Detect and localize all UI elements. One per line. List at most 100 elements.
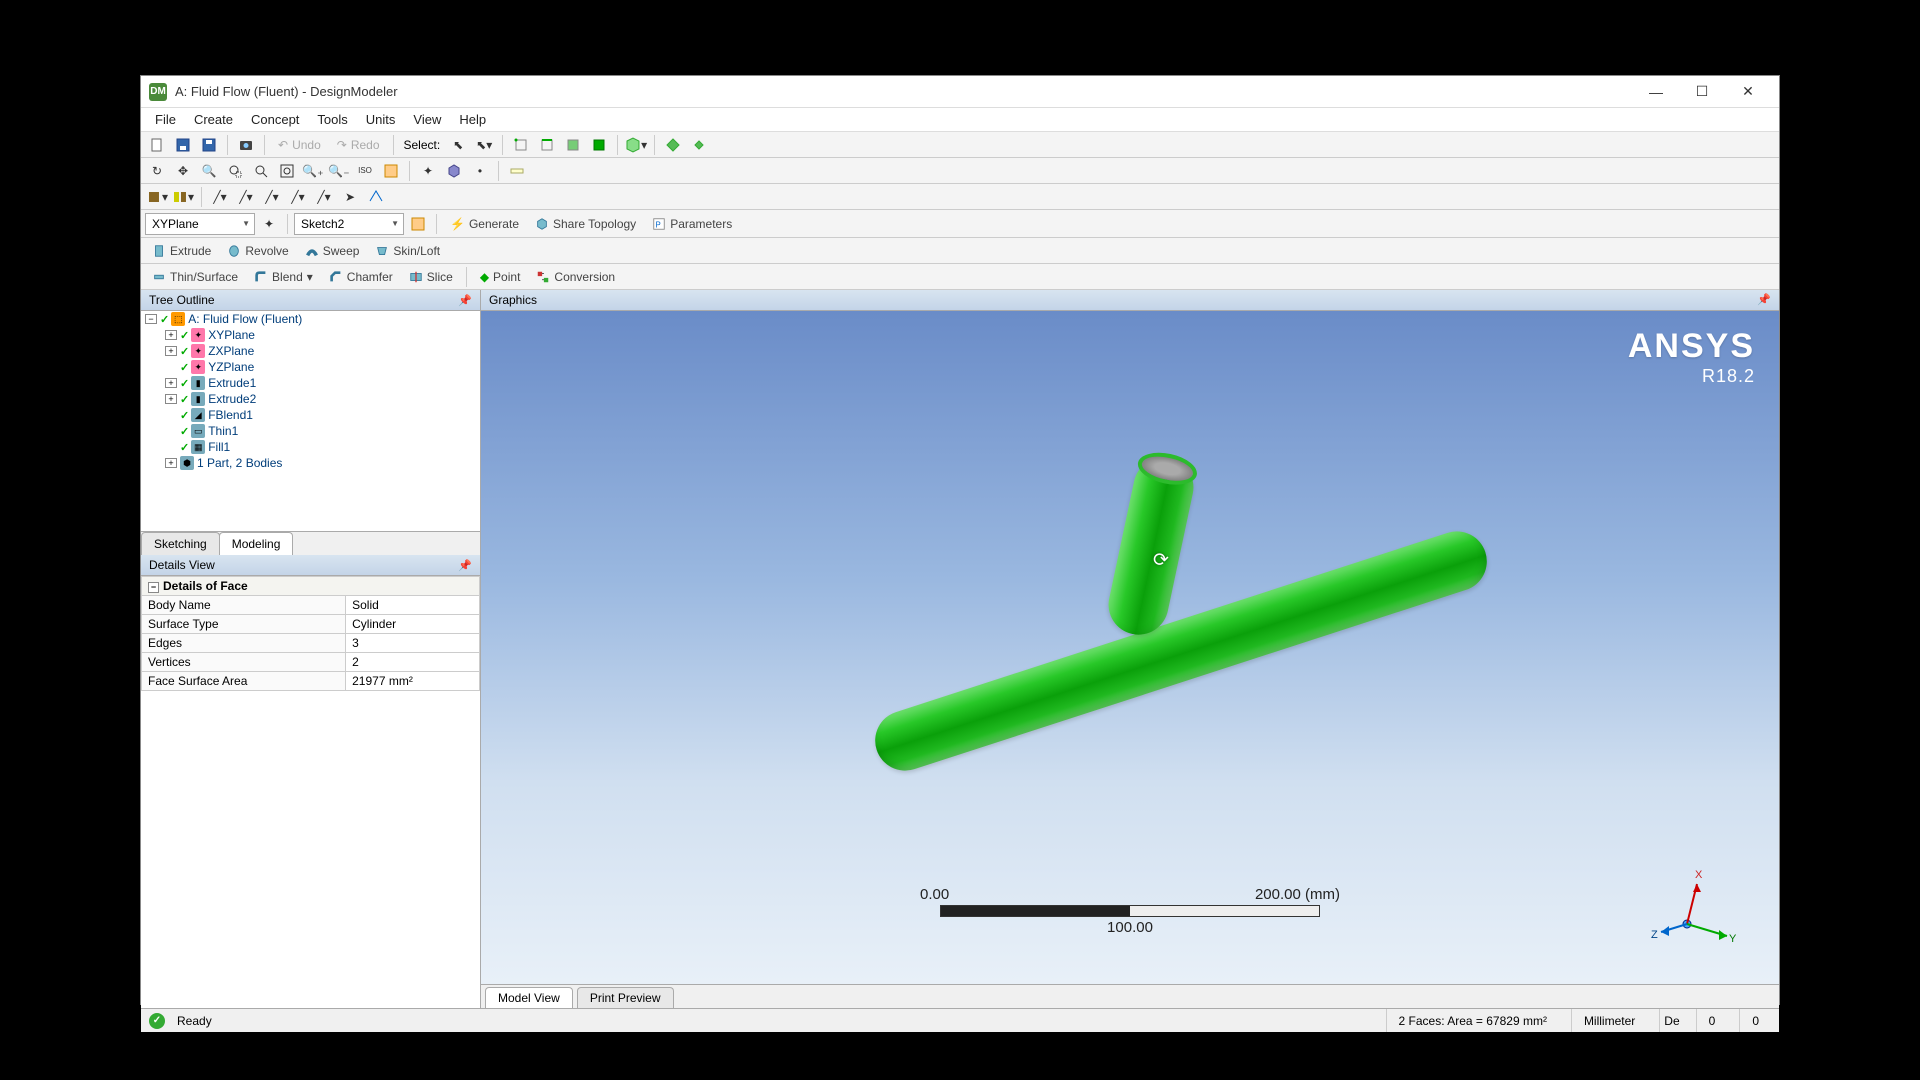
close-button[interactable]: ✕ <box>1725 77 1771 107</box>
sketch-dropdown[interactable]: Sketch2 <box>294 213 404 235</box>
blend-button[interactable]: Blend▾ <box>247 266 320 288</box>
chamfer-button[interactable]: Chamfer <box>322 266 400 288</box>
select-filter-icon[interactable]: ⬉▾ <box>472 134 496 156</box>
expand-icon[interactable]: + <box>165 330 177 340</box>
share-topology-button[interactable]: Share Topology <box>528 213 643 235</box>
tab-sketching[interactable]: Sketching <box>141 532 220 555</box>
parameters-button[interactable]: PParameters <box>645 213 739 235</box>
undo-button[interactable]: ↶Undo <box>271 134 328 156</box>
pin-icon[interactable]: 📌 <box>1757 293 1771 307</box>
pan-icon[interactable]: ✥ <box>171 160 195 182</box>
screenshot-icon[interactable] <box>234 134 258 156</box>
skinloft-button[interactable]: Skin/Loft <box>368 240 447 262</box>
revolve-button[interactable]: Revolve <box>220 240 295 262</box>
select-pointer-icon[interactable]: ⬉ <box>446 134 470 156</box>
tree-item-fill1[interactable]: ✓▦Fill1 <box>141 439 480 455</box>
expand-icon[interactable]: + <box>165 458 177 468</box>
maximize-button[interactable]: ☐ <box>1679 77 1725 107</box>
edge-color-icon[interactable]: ▾ <box>171 186 195 208</box>
shrink-select-icon[interactable] <box>687 134 711 156</box>
extrude-button[interactable]: Extrude <box>145 240 218 262</box>
zoom-selection-icon[interactable] <box>275 160 299 182</box>
expand-icon[interactable]: + <box>165 346 177 356</box>
line-style-4-icon[interactable]: ╱▾ <box>286 186 310 208</box>
sweep-button[interactable]: Sweep <box>298 240 367 262</box>
tree-root[interactable]: − ✓ ⬚ A: Fluid Flow (Fluent) <box>141 311 480 327</box>
pin-icon[interactable]: 📌 <box>458 294 472 307</box>
point-display-icon[interactable]: • <box>468 160 492 182</box>
tree-item-extrude1[interactable]: +✓▮Extrude1 <box>141 375 480 391</box>
menu-view[interactable]: View <box>405 110 449 129</box>
prop-value[interactable]: Solid <box>346 596 480 615</box>
collapse-icon[interactable]: − <box>148 582 159 593</box>
new-sketch-icon[interactable] <box>406 213 430 235</box>
save-icon[interactable] <box>171 134 195 156</box>
line-style-3-icon[interactable]: ╱▾ <box>260 186 284 208</box>
tree-item-yzplane[interactable]: ✓✦YZPlane <box>141 359 480 375</box>
zoom-fit-icon[interactable] <box>249 160 273 182</box>
ruler-icon[interactable] <box>505 160 529 182</box>
prop-value[interactable]: 21977 mm² <box>346 672 480 691</box>
tree-item-xyplane[interactable]: +✓✦XYPlane <box>141 327 480 343</box>
select-face-icon[interactable] <box>561 134 585 156</box>
tree-item-thin1[interactable]: ✓▭Thin1 <box>141 423 480 439</box>
menu-help[interactable]: Help <box>451 110 494 129</box>
zoom-icon[interactable]: 🔍 <box>197 160 221 182</box>
select-edge-icon[interactable] <box>535 134 559 156</box>
model-pipe-main[interactable] <box>867 524 1494 779</box>
extend-select-icon[interactable] <box>661 134 685 156</box>
look-at-icon[interactable] <box>379 160 403 182</box>
new-icon[interactable] <box>145 134 169 156</box>
thin-surface-button[interactable]: Thin/Surface <box>145 266 245 288</box>
line-style-2-icon[interactable]: ╱▾ <box>234 186 258 208</box>
view-triad[interactable]: X Y Z <box>1649 864 1739 954</box>
slice-button[interactable]: Slice <box>402 266 460 288</box>
prev-view-icon[interactable]: 🔍₋ <box>327 160 351 182</box>
pin-icon[interactable]: 📌 <box>458 559 472 572</box>
select-vertex-icon[interactable] <box>509 134 533 156</box>
redo-button[interactable]: ↷Redo <box>330 134 387 156</box>
tree-item-fblend1[interactable]: ✓◢FBlend1 <box>141 407 480 423</box>
tree-item-zxplane[interactable]: +✓✦ZXPlane <box>141 343 480 359</box>
tree-label: Fill1 <box>208 440 230 454</box>
menu-file[interactable]: File <box>147 110 184 129</box>
tree-item-extrude2[interactable]: +✓▮Extrude2 <box>141 391 480 407</box>
menu-tools[interactable]: Tools <box>309 110 355 129</box>
point-button[interactable]: ◆Point <box>473 266 528 288</box>
select-body-icon[interactable] <box>587 134 611 156</box>
new-plane-icon[interactable]: ✦ <box>257 213 281 235</box>
minimize-button[interactable]: — <box>1633 77 1679 107</box>
expand-icon[interactable]: + <box>165 394 177 404</box>
menu-create[interactable]: Create <box>186 110 241 129</box>
conversion-button[interactable]: Conversion <box>529 266 622 288</box>
tab-modeling[interactable]: Modeling <box>219 532 294 555</box>
prop-value[interactable]: 2 <box>346 653 480 672</box>
expand-icon[interactable]: − <box>145 314 157 324</box>
viewport-3d[interactable]: ANSYS R18.2 ⟳ 0.00 200.00 (mm) 10 <box>481 311 1779 984</box>
line-style-1-icon[interactable]: ╱▾ <box>208 186 232 208</box>
prop-value[interactable]: 3 <box>346 634 480 653</box>
iso-view-icon[interactable]: ISO <box>353 160 377 182</box>
menu-units[interactable]: Units <box>358 110 404 129</box>
details-section[interactable]: −Details of Face <box>142 577 480 596</box>
cube-icon[interactable] <box>442 160 466 182</box>
rotate-icon[interactable]: ↻ <box>145 160 169 182</box>
tab-print-preview[interactable]: Print Preview <box>577 987 674 1008</box>
zoom-box-icon[interactable] <box>223 160 247 182</box>
sketch-plane-icon[interactable] <box>364 186 388 208</box>
shaded-icon[interactable]: ▾ <box>145 186 169 208</box>
export-icon[interactable] <box>197 134 221 156</box>
box-select-icon[interactable]: ▾ <box>624 134 648 156</box>
tree-item-bodies[interactable]: +⬢1 Part, 2 Bodies <box>141 455 480 471</box>
plane-icon[interactable]: ✦ <box>416 160 440 182</box>
expand-icon[interactable]: + <box>165 378 177 388</box>
tab-model-view[interactable]: Model View <box>485 987 573 1008</box>
pipe-end-cap[interactable] <box>1135 448 1200 490</box>
line-style-5-icon[interactable]: ╱▾ <box>312 186 336 208</box>
magnify-icon[interactable]: 🔍₊ <box>301 160 325 182</box>
menu-concept[interactable]: Concept <box>243 110 307 129</box>
generate-button[interactable]: ⚡Generate <box>443 213 526 235</box>
plane-dropdown[interactable]: XYPlane <box>145 213 255 235</box>
prop-value[interactable]: Cylinder <box>346 615 480 634</box>
arrow-icon[interactable]: ➤ <box>338 186 362 208</box>
